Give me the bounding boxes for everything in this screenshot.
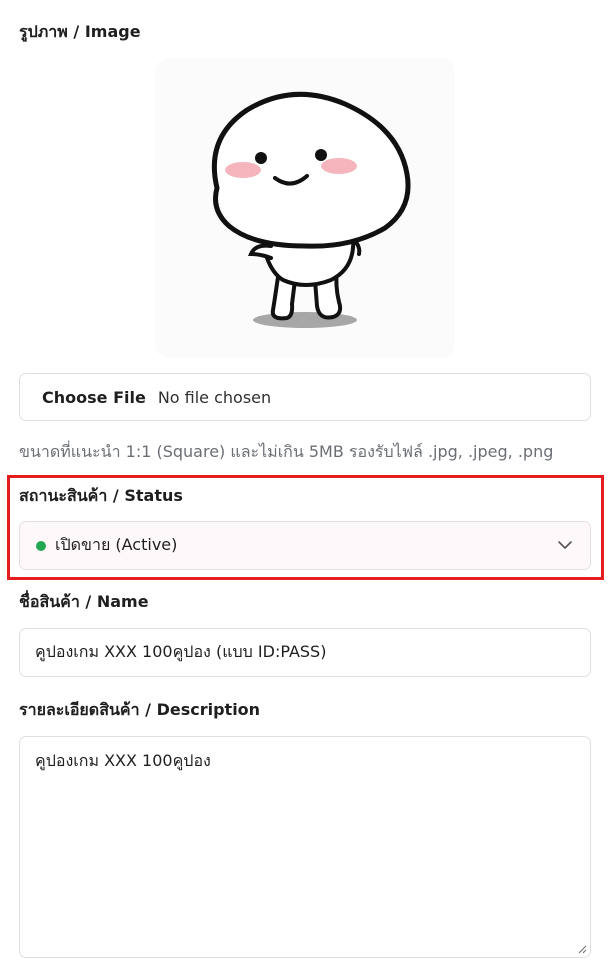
file-status-text: No file chosen [157,387,272,407]
name-label: ชื่อสินค้า / Name [19,592,149,611]
description-textarea[interactable]: คูปองเกม XXX 100คูปอง [19,736,591,958]
active-status-dot-icon [36,540,46,551]
upload-hint: ขนาดที่แนะนำ 1:1 (Square) และไม่เกิน 5MB… [19,442,554,461]
status-selected-value: เปิดขาย (Active) [55,535,178,554]
description-text: คูปองเกม XXX 100คูปอง [35,751,211,770]
resize-grip-icon[interactable] [577,944,587,954]
chevron-down-icon [558,541,572,549]
name-input[interactable]: คูปองเกม XXX 100คูปอง (แบบ ID:PASS) [19,628,591,677]
status-select[interactable]: เปิดขาย (Active) [19,521,591,570]
description-label: รายละเอียดสินค้า / Description [19,700,261,719]
choose-file-button[interactable]: Choose File [42,388,146,407]
cartoon-character-icon [211,91,411,328]
image-label: รูปภาพ / Image [19,22,141,41]
product-image-preview [155,58,455,358]
file-upload-field[interactable]: Choose File No file chosen [19,373,591,421]
status-label: สถานะสินค้า / Status [19,486,183,505]
